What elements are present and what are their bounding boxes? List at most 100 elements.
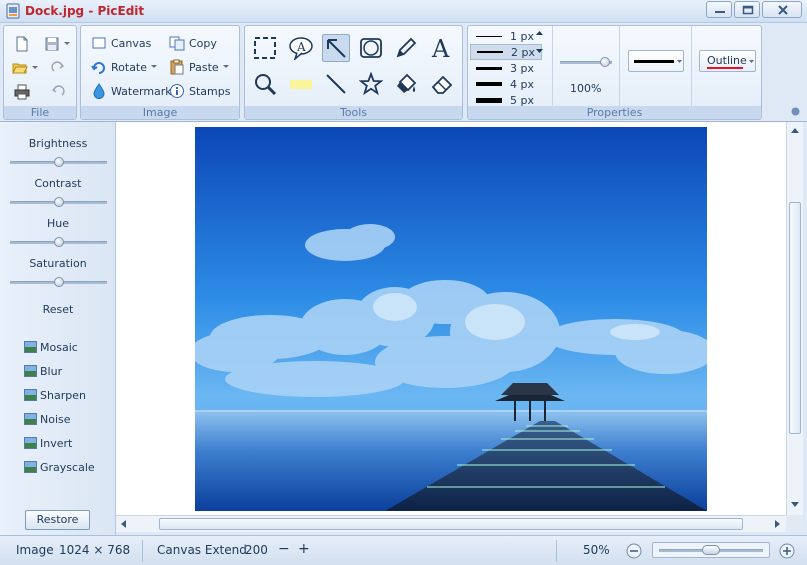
rect-select-tool[interactable] <box>251 34 279 62</box>
watermark-button[interactable]: Watermark <box>91 81 172 101</box>
divider <box>552 26 553 106</box>
chevron-down-icon <box>677 60 682 63</box>
line-width-label: 3 px <box>510 61 534 75</box>
scroll-up-arrow-icon[interactable] <box>791 128 799 133</box>
chevron-down-icon <box>749 60 754 63</box>
line-width-1px[interactable]: 1 px <box>470 28 542 44</box>
canvas-extend-label: Canvas Extend <box>157 543 247 557</box>
brightness-slider[interactable] <box>10 157 107 167</box>
image-group-label: Image <box>81 106 239 119</box>
line-style-dropdown[interactable] <box>628 50 684 72</box>
canvas-button[interactable]: Canvas <box>91 33 151 53</box>
brightness-slider-knob[interactable] <box>53 157 64 167</box>
close-button[interactable] <box>762 1 802 18</box>
canvas-label: Canvas <box>111 36 152 50</box>
hue-slider[interactable] <box>10 237 107 247</box>
effect-grayscale[interactable]: Grayscale <box>24 459 95 475</box>
canvas-extend-increase-button[interactable]: + <box>298 541 310 557</box>
status-bar: Image 1024 × 768 Canvas Extend 200 − + 5… <box>0 535 807 565</box>
zoom-slider[interactable] <box>652 542 770 558</box>
contrast-slider[interactable] <box>10 197 107 207</box>
brightness-label: Brightness <box>28 137 88 150</box>
highlighter-tool[interactable] <box>287 70 315 98</box>
line-width-label: 4 px <box>510 77 534 91</box>
svg-text:A: A <box>296 40 306 54</box>
scroll-left-arrow-icon[interactable] <box>121 520 126 528</box>
effect-mosaic[interactable]: Mosaic <box>24 339 78 355</box>
copy-icon <box>169 36 185 51</box>
zoom-slider-knob[interactable] <box>702 545 720 555</box>
zoom-in-icon[interactable] <box>779 543 795 559</box>
eraser-tool[interactable] <box>428 70 456 98</box>
print-icon[interactable] <box>14 84 30 100</box>
pencil-tool[interactable] <box>392 34 420 62</box>
hue-slider-knob[interactable] <box>53 237 64 247</box>
tools-group-label: Tools <box>245 106 462 119</box>
undo-icon[interactable] <box>50 84 66 100</box>
horizontal-scrollbar[interactable] <box>116 515 786 532</box>
rotate-button[interactable]: Rotate <box>91 57 158 77</box>
saturation-label: Saturation <box>29 257 87 270</box>
maximize-icon <box>742 5 754 15</box>
copy-button[interactable]: Copy <box>169 33 217 53</box>
effect-label: Mosaic <box>40 340 78 354</box>
close-icon <box>778 5 788 15</box>
scroll-down-icon[interactable] <box>536 49 543 54</box>
adjustments-panel: Brightness Contrast Hue Saturation Reset… <box>0 122 116 535</box>
opacity-slider-knob[interactable] <box>600 57 610 67</box>
ribbon-help-icon[interactable] <box>791 107 800 116</box>
text-balloon-tool[interactable]: A <box>287 34 315 62</box>
effect-label: Invert <box>40 436 73 450</box>
line-tool[interactable] <box>322 70 350 98</box>
opacity-slider[interactable] <box>560 57 612 67</box>
effect-invert[interactable]: Invert <box>24 435 72 451</box>
effect-noise[interactable]: Noise <box>24 411 71 427</box>
effect-blur[interactable]: Blur <box>24 363 62 379</box>
minimize-button[interactable] <box>706 1 732 18</box>
fill-tool[interactable] <box>392 70 420 98</box>
scroll-corner <box>786 515 803 532</box>
maximize-button[interactable] <box>734 1 760 18</box>
save-dropdown-icon[interactable] <box>64 42 70 46</box>
open-folder-icon[interactable] <box>12 60 28 76</box>
zoom-tool[interactable] <box>251 70 279 98</box>
saturation-slider-knob[interactable] <box>53 277 64 287</box>
saturation-slider[interactable] <box>10 277 107 287</box>
line-width-4px[interactable]: 4 px <box>470 76 542 92</box>
text-tool[interactable]: A <box>428 34 456 62</box>
effect-label: Grayscale <box>40 460 95 474</box>
zoom-out-icon[interactable] <box>626 543 642 559</box>
open-dropdown-icon[interactable] <box>32 66 38 70</box>
image-canvas[interactable] <box>116 122 786 515</box>
image-thumbnail-icon <box>24 437 37 449</box>
reset-button[interactable]: Reset <box>0 303 116 316</box>
paint-bucket-icon <box>397 73 417 93</box>
effect-sharpen[interactable]: Sharpen <box>24 387 86 403</box>
new-file-icon[interactable] <box>14 36 30 52</box>
arrow-icon <box>327 39 346 58</box>
file-group: File <box>3 25 77 120</box>
scroll-down-arrow-icon[interactable] <box>791 502 799 507</box>
restore-button[interactable]: Restore <box>25 510 90 530</box>
stamps-button[interactable]: Stamps <box>169 81 230 101</box>
rounded-rect-tool[interactable] <box>357 34 385 62</box>
outline-dropdown[interactable]: Outline <box>699 50 756 72</box>
vertical-scroll-thumb[interactable] <box>789 202 801 434</box>
scroll-up-icon[interactable] <box>536 31 543 36</box>
dock-photo[interactable] <box>195 127 707 511</box>
arrow-tool[interactable] <box>322 34 350 62</box>
save-icon[interactable] <box>44 36 60 52</box>
scroll-right-arrow-icon[interactable] <box>775 520 780 528</box>
image-thumbnail-icon <box>24 413 37 425</box>
star-tool[interactable] <box>357 70 385 98</box>
vertical-scrollbar[interactable] <box>786 122 803 515</box>
paste-button[interactable]: Paste <box>169 57 229 77</box>
line-width-3px[interactable]: 3 px <box>470 60 542 76</box>
contrast-slider-knob[interactable] <box>53 197 64 207</box>
redo-icon[interactable] <box>50 60 66 76</box>
line-width-2px[interactable]: 2 px <box>470 44 542 60</box>
outline-label: Outline <box>707 54 747 67</box>
file-group-label: File <box>4 106 76 119</box>
canvas-extend-decrease-button[interactable]: − <box>278 541 290 557</box>
horizontal-scroll-thumb[interactable] <box>159 518 743 530</box>
